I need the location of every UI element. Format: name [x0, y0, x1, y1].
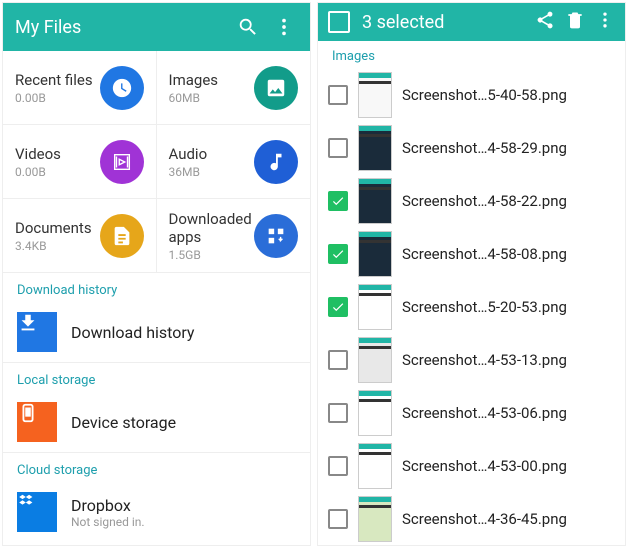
- file-checkbox[interactable]: [328, 191, 348, 211]
- file-name: Screenshot…4-36-45.png: [402, 510, 567, 528]
- app-title: My Files: [15, 17, 226, 38]
- tile-label: Recent files: [15, 71, 93, 89]
- tile-sub: 60MB: [169, 91, 219, 105]
- file-item[interactable]: Screenshot…5-20-53.png: [318, 280, 625, 333]
- file-checkbox[interactable]: [328, 350, 348, 370]
- section-download-history-label: Download history: [3, 273, 310, 302]
- tile-sub: 1.5GB: [169, 248, 255, 262]
- section-cloud-storage-label: Cloud storage: [3, 453, 310, 482]
- search-icon[interactable]: [234, 13, 262, 41]
- apps-download-icon: [254, 214, 298, 258]
- file-thumbnail: [358, 178, 392, 224]
- file-item[interactable]: Screenshot…4-36-45.png: [318, 492, 625, 545]
- music-note-icon: [254, 140, 298, 184]
- file-checkbox[interactable]: [328, 297, 348, 317]
- row-dropbox[interactable]: DropboxNot signed in.: [3, 482, 310, 542]
- my-files-pane: My Files Recent files 0.00B Images 60MB Vi…: [2, 2, 311, 546]
- category-grid: Recent files 0.00B Images 60MB Videos 0.00B…: [3, 51, 310, 273]
- delete-icon[interactable]: [565, 10, 585, 34]
- file-thumbnail: [358, 390, 392, 436]
- section-local-storage-label: Local storage: [3, 363, 310, 392]
- file-checkbox[interactable]: [328, 403, 348, 423]
- device-icon: [17, 402, 57, 442]
- file-thumbnail: [358, 231, 392, 277]
- tile-label: Audio: [169, 145, 208, 163]
- row-label: Download history: [71, 323, 195, 342]
- overflow-menu-icon[interactable]: [595, 10, 615, 34]
- file-thumbnail: [358, 443, 392, 489]
- download-icon: [17, 312, 57, 352]
- tile-label: Documents: [15, 219, 92, 237]
- tile-label: Downloaded apps: [169, 210, 255, 246]
- file-item[interactable]: Screenshot…4-53-06.png: [318, 386, 625, 439]
- file-item[interactable]: Screenshot…4-53-00.png: [318, 439, 625, 492]
- file-name: Screenshot…4-58-29.png: [402, 139, 567, 157]
- file-thumbnail: [358, 284, 392, 330]
- tile-images[interactable]: Images 60MB: [157, 51, 311, 125]
- section-images-label: Images: [318, 41, 625, 68]
- file-checkbox[interactable]: [328, 509, 348, 529]
- file-thumbnail: [358, 72, 392, 118]
- row-label: Device storage: [71, 413, 176, 432]
- file-name: Screenshot…5-20-53.png: [402, 298, 567, 316]
- appbar-right: 3 selected: [318, 3, 625, 41]
- tile-audio[interactable]: Audio 36MB: [157, 125, 311, 199]
- tile-label: Videos: [15, 145, 61, 163]
- tile-sub: 0.00B: [15, 91, 93, 105]
- tile-videos[interactable]: Videos 0.00B: [3, 125, 157, 199]
- row-sub: Not signed in.: [71, 515, 145, 529]
- file-name: Screenshot…5-40-58.png: [402, 86, 567, 104]
- file-name: Screenshot…4-58-22.png: [402, 192, 567, 210]
- file-item[interactable]: Screenshot…4-53-13.png: [318, 333, 625, 386]
- image-icon: [254, 66, 298, 110]
- dropbox-icon: [17, 492, 57, 532]
- file-item[interactable]: Screenshot…5-40-58.png: [318, 68, 625, 121]
- file-item[interactable]: Screenshot…4-58-22.png: [318, 174, 625, 227]
- selection-count: 3 selected: [362, 12, 525, 33]
- appbar-left: My Files: [3, 3, 310, 51]
- clock-icon: [100, 66, 144, 110]
- file-thumbnail: [358, 337, 392, 383]
- tile-sub: 3.4KB: [15, 239, 92, 253]
- file-name: Screenshot…4-58-08.png: [402, 245, 567, 263]
- select-all-checkbox[interactable]: [328, 11, 350, 33]
- share-icon[interactable]: [535, 10, 555, 34]
- tile-label: Images: [169, 71, 219, 89]
- tile-downloaded-apps[interactable]: Downloaded apps 1.5GB: [157, 199, 311, 273]
- row-device-storage[interactable]: Device storage: [3, 392, 310, 453]
- tile-recent-files[interactable]: Recent files 0.00B: [3, 51, 157, 125]
- overflow-menu-icon[interactable]: [270, 13, 298, 41]
- file-checkbox[interactable]: [328, 85, 348, 105]
- file-item[interactable]: Screenshot…4-58-29.png: [318, 121, 625, 174]
- selection-pane: 3 selected Images Screenshot…5-40-58.png…: [317, 2, 626, 546]
- file-checkbox[interactable]: [328, 244, 348, 264]
- row-label: Dropbox: [71, 496, 145, 515]
- file-thumbnail: [358, 496, 392, 542]
- video-icon: [100, 140, 144, 184]
- tile-sub: 0.00B: [15, 165, 61, 179]
- file-checkbox[interactable]: [328, 456, 348, 476]
- document-icon: [100, 214, 144, 258]
- file-checkbox[interactable]: [328, 138, 348, 158]
- tile-sub: 36MB: [169, 165, 208, 179]
- tile-documents[interactable]: Documents 3.4KB: [3, 199, 157, 273]
- file-item[interactable]: Screenshot…4-58-08.png: [318, 227, 625, 280]
- file-thumbnail: [358, 125, 392, 171]
- file-list: Screenshot…5-40-58.png Screenshot…4-58-29…: [318, 68, 625, 545]
- file-name: Screenshot…4-53-06.png: [402, 404, 567, 422]
- file-name: Screenshot…4-53-00.png: [402, 457, 567, 475]
- file-name: Screenshot…4-53-13.png: [402, 351, 567, 369]
- row-download-history[interactable]: Download history: [3, 302, 310, 363]
